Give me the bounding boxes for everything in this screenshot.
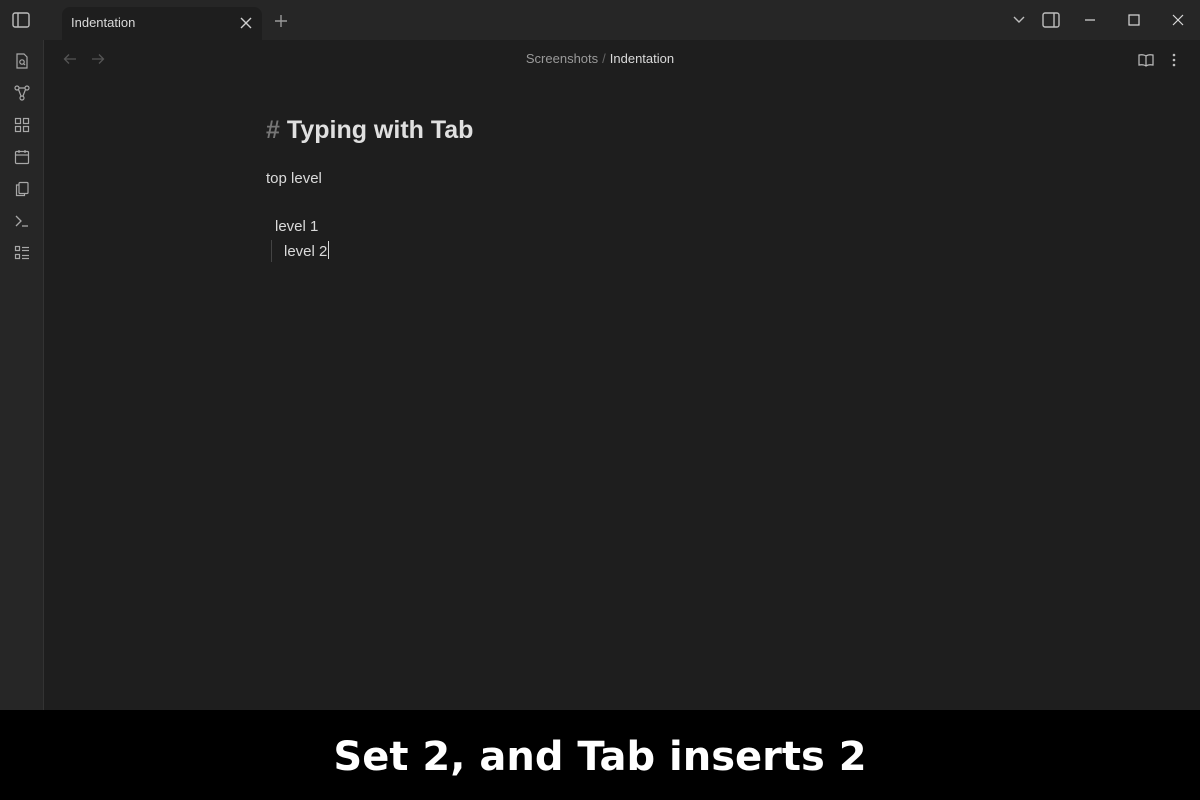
canvas-icon[interactable] (12, 115, 32, 135)
line-top-level[interactable]: top level (266, 169, 322, 189)
text-cursor (328, 241, 330, 259)
line-level-2-text: level 2 (284, 243, 328, 260)
sidebar-right-icon[interactable] (1042, 11, 1060, 29)
breadcrumb: Screenshots / Indentation (44, 51, 1156, 66)
reading-view-icon[interactable] (1136, 50, 1156, 70)
maximize-icon[interactable] (1125, 11, 1143, 29)
terminal-icon[interactable] (12, 211, 32, 231)
close-icon[interactable] (238, 15, 254, 31)
indent-guide (271, 240, 272, 262)
close-icon[interactable] (1169, 11, 1187, 29)
line-level-1[interactable]: level 1 (275, 217, 318, 237)
calendar-icon[interactable] (12, 147, 32, 167)
note-content[interactable]: # Typing with Tab (266, 114, 966, 146)
caption-text: Set 2, and Tab inserts 2 (333, 734, 867, 780)
plus-icon[interactable] (272, 12, 290, 30)
list-icon[interactable] (12, 243, 32, 263)
copy-icon[interactable] (12, 179, 32, 199)
chevron-down-icon[interactable] (1010, 11, 1028, 29)
more-options-icon[interactable] (1164, 50, 1184, 70)
left-ribbon (0, 40, 44, 710)
graph-icon[interactable] (12, 83, 32, 103)
heading-text: Typing with Tab (286, 116, 474, 144)
heading-marker: # (266, 116, 280, 144)
line-level-2[interactable]: level 2 (284, 241, 330, 262)
caption-bar: Set 2, and Tab inserts 2 (0, 710, 1200, 800)
file-search-icon[interactable] (12, 51, 32, 71)
tab-title: Indentation (71, 15, 136, 30)
breadcrumb-file[interactable]: Indentation (610, 51, 674, 66)
sidebar-toggle-icon[interactable] (10, 10, 32, 30)
note-heading[interactable]: # Typing with Tab (266, 114, 966, 146)
title-bar: Indentation (0, 0, 1200, 40)
breadcrumb-separator: / (602, 51, 606, 66)
minimize-icon[interactable] (1081, 11, 1099, 29)
tab-indentation[interactable]: Indentation (62, 7, 262, 40)
editor-pane: Screenshots / Indentation # Typing with Tab… (44, 40, 1200, 710)
breadcrumb-folder[interactable]: Screenshots (526, 51, 598, 66)
